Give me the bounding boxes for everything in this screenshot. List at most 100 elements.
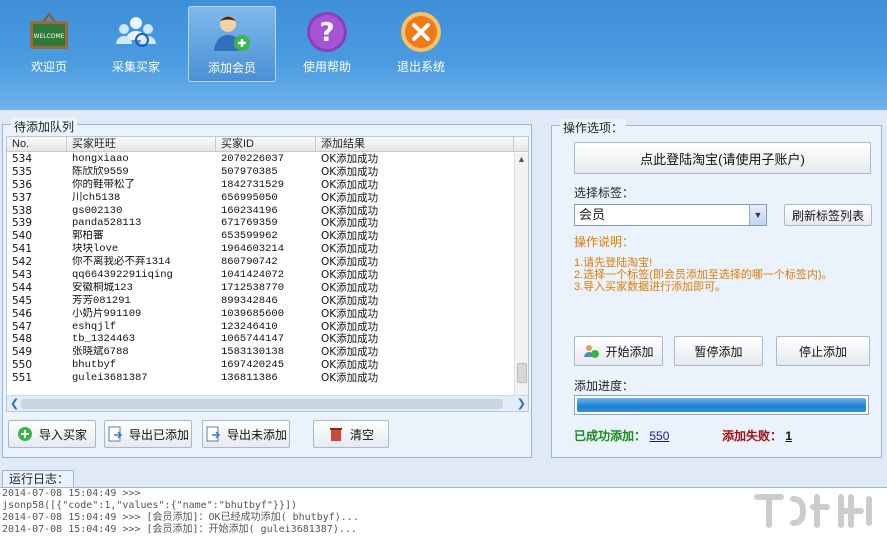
row-result: OK添加成功 — [321, 333, 379, 346]
exit-icon — [399, 10, 443, 54]
stop-add-button[interactable]: 停止添加 — [776, 336, 870, 366]
clear-button[interactable]: 清空 — [313, 420, 389, 448]
horizontal-scroll-thumb[interactable] — [21, 399, 503, 409]
collect-buyers-button[interactable]: 采集买家 — [92, 6, 180, 82]
row-result: OK添加成功 — [321, 230, 379, 243]
instructions-title: 操作说明： — [574, 235, 635, 249]
row-result: OK添加成功 — [321, 359, 379, 372]
table-row[interactable]: 538 gs002130 160234196 OK添加成功 — [7, 205, 515, 218]
table-row[interactable]: 541 块块love 1964603214 OK添加成功 — [7, 243, 515, 256]
row-buyer-id: 2070226037 — [221, 153, 285, 165]
row-buyer-name: hongxiaao — [72, 153, 129, 165]
export-file-icon — [107, 426, 123, 442]
fail-count[interactable]: 1 — [785, 429, 792, 443]
table-row[interactable]: 535 陈欣欣9559 507970385 OK添加成功 — [7, 166, 515, 179]
exit-button[interactable]: 退出系统 — [377, 6, 465, 82]
start-add-button[interactable]: 开始添加 — [574, 336, 663, 366]
row-result: OK添加成功 — [321, 320, 379, 333]
table-row[interactable]: 549 张晓斌6788 1583130138 OK添加成功 — [7, 346, 515, 359]
row-no: 543 — [12, 269, 33, 282]
exit-label: 退出系统 — [396, 60, 445, 74]
queue-table: No. 买家旺旺 买家ID 添加结果 534 hongxiaao 207022603… — [6, 136, 529, 412]
welcome-label: 欢迎页 — [30, 60, 67, 74]
progress-fill — [577, 398, 866, 412]
welcome-button[interactable]: WELCOME 欢迎页 — [5, 6, 93, 82]
table-row[interactable]: 540 郭柏審 653599962 OK添加成功 — [7, 230, 515, 243]
add-member-button[interactable]: 添加会员 — [188, 6, 276, 82]
row-no: 545 — [12, 294, 33, 307]
row-buyer-name: 川ch5138 — [72, 191, 121, 204]
success-count[interactable]: 550 — [649, 429, 669, 443]
table-row[interactable]: 539 panda528113 671769359 OK添加成功 — [7, 217, 515, 230]
table-row[interactable]: 536 你的鞋带松了 1842731529 OK添加成功 — [7, 179, 515, 192]
table-row[interactable]: 543 qq664392291iqing 1041424072 OK添加成功 — [7, 269, 515, 282]
table-row[interactable]: 548 tb_1324463 1065744147 OK添加成功 — [7, 333, 515, 346]
row-result: OK添加成功 — [321, 191, 379, 204]
row-result: OK添加成功 — [321, 243, 379, 256]
options-title: 操作选项： — [560, 119, 627, 136]
row-result: OK添加成功 — [321, 165, 379, 178]
row-no: 546 — [12, 307, 33, 320]
column-header-buyer-name[interactable]: 买家旺旺 — [67, 137, 216, 151]
scroll-thumb[interactable] — [517, 363, 527, 383]
column-header-buyer-id[interactable]: 买家ID — [216, 137, 316, 151]
help-button[interactable]: ? 使用帮助 — [283, 6, 371, 82]
table-row[interactable]: 534 hongxiaao 2070226037 OK添加成功 — [7, 153, 515, 166]
download-site-logo — [754, 494, 872, 528]
row-no: 537 — [12, 191, 33, 204]
vertical-scrollbar[interactable]: ▲ — [514, 153, 528, 397]
row-no: 535 — [12, 165, 33, 178]
row-no: 534 — [12, 153, 33, 165]
svg-text:?: ? — [319, 18, 334, 48]
row-buyer-name: gs002130 — [72, 204, 123, 217]
instructions-list: 1.请先登陆淘宝! 2.选择一个标签(即会员添加至选择的哪一个标签内)。 3.导… — [574, 257, 833, 293]
pause-add-button[interactable]: 暂停添加 — [674, 336, 763, 366]
tag-select[interactable]: 会员 ▼ — [574, 204, 767, 226]
table-row[interactable]: 547 eshqjlf 123246410 OK添加成功 — [7, 321, 515, 334]
row-no: 550 — [12, 359, 33, 372]
success-label: 已成功添加： — [574, 429, 647, 443]
queue-panel: 待添加队列 No. 买家旺旺 买家ID 添加结果 534 hongxiaao 207… — [2, 118, 532, 458]
column-header-no[interactable]: No. — [7, 137, 67, 151]
row-buyer-name: 小奶片991109 — [72, 307, 142, 320]
table-row[interactable]: 550 bhutbyf 1697420245 OK添加成功 — [7, 359, 515, 372]
add-circle-icon — [17, 426, 33, 442]
scroll-right-icon[interactable]: ❯ — [517, 397, 526, 410]
refresh-tags-button[interactable]: 刷新标签列表 — [784, 204, 872, 226]
horizontal-scrollbar[interactable]: ❮ ❯ — [7, 395, 528, 411]
row-no: 547 — [12, 320, 33, 333]
row-buyer-id: 507970385 — [221, 165, 278, 178]
table-row[interactable]: 546 小奶片991109 1039685600 OK添加成功 — [7, 308, 515, 321]
collect-buyers-icon — [114, 10, 158, 54]
row-buyer-name: panda528113 — [72, 217, 142, 230]
export-file-icon — [205, 426, 221, 442]
table-row[interactable]: 545 芳芳081291 899342846 OK添加成功 — [7, 295, 515, 308]
table-row[interactable]: 542 你不离我必不弃1314 860790742 OK添加成功 — [7, 256, 515, 269]
row-result: OK添加成功 — [321, 269, 379, 282]
log-tab[interactable]: 运行日志： — [2, 470, 74, 488]
collect-buyers-label: 采集买家 — [111, 60, 160, 74]
row-result: OK添加成功 — [321, 281, 379, 294]
import-buyers-button[interactable]: 导入买家 — [8, 420, 96, 448]
row-buyer-name: 你的鞋带松了 — [72, 178, 135, 191]
row-result: OK添加成功 — [321, 307, 379, 320]
row-buyer-id: 1065744147 — [221, 333, 285, 346]
export-added-button[interactable]: 导出已添加 — [104, 420, 192, 448]
column-header-result[interactable]: 添加结果 — [316, 137, 514, 151]
row-buyer-id: 1964603214 — [221, 243, 285, 256]
table-row[interactable]: 537 川ch5138 656995050 OK添加成功 — [7, 192, 515, 205]
row-no: 548 — [12, 333, 33, 346]
scroll-left-icon[interactable]: ❮ — [10, 397, 19, 410]
table-body: 534 hongxiaao 2070226037 OK添加成功 535 陈欣欣9559 50… — [7, 153, 515, 385]
table-header: No. 买家旺旺 买家ID 添加结果 — [7, 137, 528, 152]
row-buyer-id: 1583130138 — [221, 346, 285, 359]
scroll-up-icon[interactable]: ▲ — [515, 153, 528, 165]
chevron-down-icon[interactable]: ▼ — [749, 205, 766, 225]
row-no: 551 — [12, 372, 33, 385]
login-taobao-button[interactable]: 点此登陆淘宝(请使用子账户) — [574, 142, 871, 174]
table-row[interactable]: 544 安徽桐城123 1712538770 OK添加成功 — [7, 282, 515, 295]
row-result: OK添加成功 — [321, 153, 379, 165]
row-result: OK添加成功 — [321, 372, 379, 385]
table-row[interactable]: 551 gulei3681387 136811386 OK添加成功 — [7, 372, 515, 385]
export-unadded-button[interactable]: 导出未添加 — [202, 420, 290, 448]
